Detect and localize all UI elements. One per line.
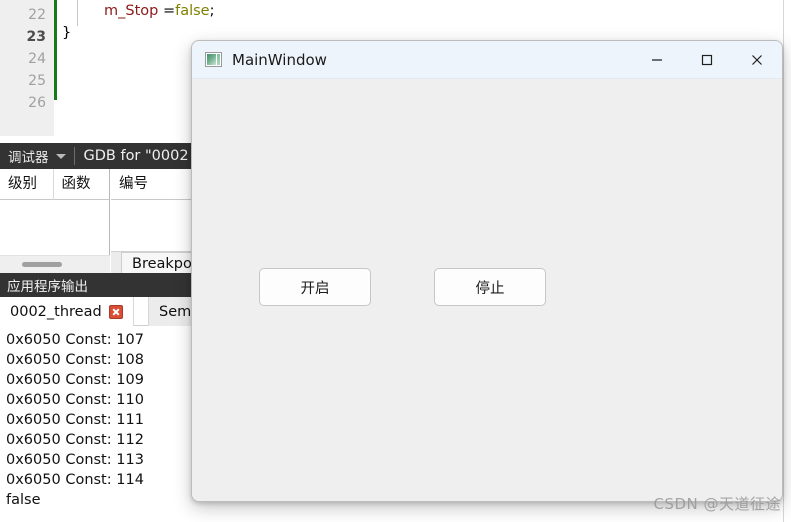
debugger-selector-label[interactable]: 调试器: [0, 146, 56, 166]
close-icon: [752, 55, 762, 65]
change-marker-bar: [54, 0, 57, 100]
stop-button[interactable]: 停止: [434, 268, 546, 306]
main-window-dialog[interactable]: MainWindow 开启 停止: [191, 40, 783, 502]
screenshot-root: 22 23 24 25 26 m_Stop =false;} 调试器 GDB for "…: [0, 0, 791, 522]
minimize-button[interactable]: [632, 41, 682, 79]
line-number: 25: [28, 73, 46, 89]
threads-header-row: 级别 函数: [0, 168, 109, 200]
window-controls: [632, 41, 782, 79]
qt-window-icon: [205, 52, 222, 67]
code-token: m_Stop: [104, 3, 163, 19]
maximize-button[interactable]: [682, 41, 732, 79]
line-number: 23: [26, 29, 46, 45]
output-tab-active[interactable]: 0002_thread: [0, 297, 134, 326]
application-output-title: 应用程序输出: [7, 279, 88, 295]
chevron-down-icon[interactable]: [55, 153, 66, 159]
line-number: 22: [28, 7, 46, 23]
code-token: ;: [209, 3, 215, 19]
column-header-level[interactable]: 级别: [0, 168, 54, 200]
toolbar-divider: [73, 147, 75, 165]
output-tab-label: 0002_thread: [10, 303, 102, 320]
dialog-content: 开启 停止: [192, 79, 782, 501]
column-header-function[interactable]: 函数: [54, 169, 109, 200]
line-number-gutter: 22 23 24 25 26: [0, 0, 54, 136]
line-number: 26: [28, 95, 46, 111]
horizontal-scrollbar[interactable]: [0, 255, 110, 273]
threads-pane[interactable]: 级别 函数: [0, 168, 110, 273]
minimize-icon: [652, 59, 662, 61]
output-tab-label: Sem: [159, 303, 192, 320]
code-token: false: [175, 3, 210, 19]
close-icon[interactable]: [108, 304, 123, 319]
scrollbar-thumb[interactable]: [22, 262, 62, 267]
code-token: =: [162, 3, 176, 19]
column-header-number[interactable]: 编号: [111, 169, 201, 200]
line-number: 24: [28, 51, 46, 67]
dialog-titlebar[interactable]: MainWindow: [192, 41, 782, 79]
close-button[interactable]: [732, 41, 782, 79]
code-token: }: [62, 25, 72, 41]
start-button[interactable]: 开启: [259, 268, 371, 306]
debugger-session-title: GDB for "0002: [83, 148, 189, 164]
maximize-icon: [701, 54, 713, 66]
dialog-title: MainWindow: [232, 50, 327, 69]
right-window-edge: [783, 0, 791, 522]
code-line: m_Stop =false;: [62, 0, 791, 22]
